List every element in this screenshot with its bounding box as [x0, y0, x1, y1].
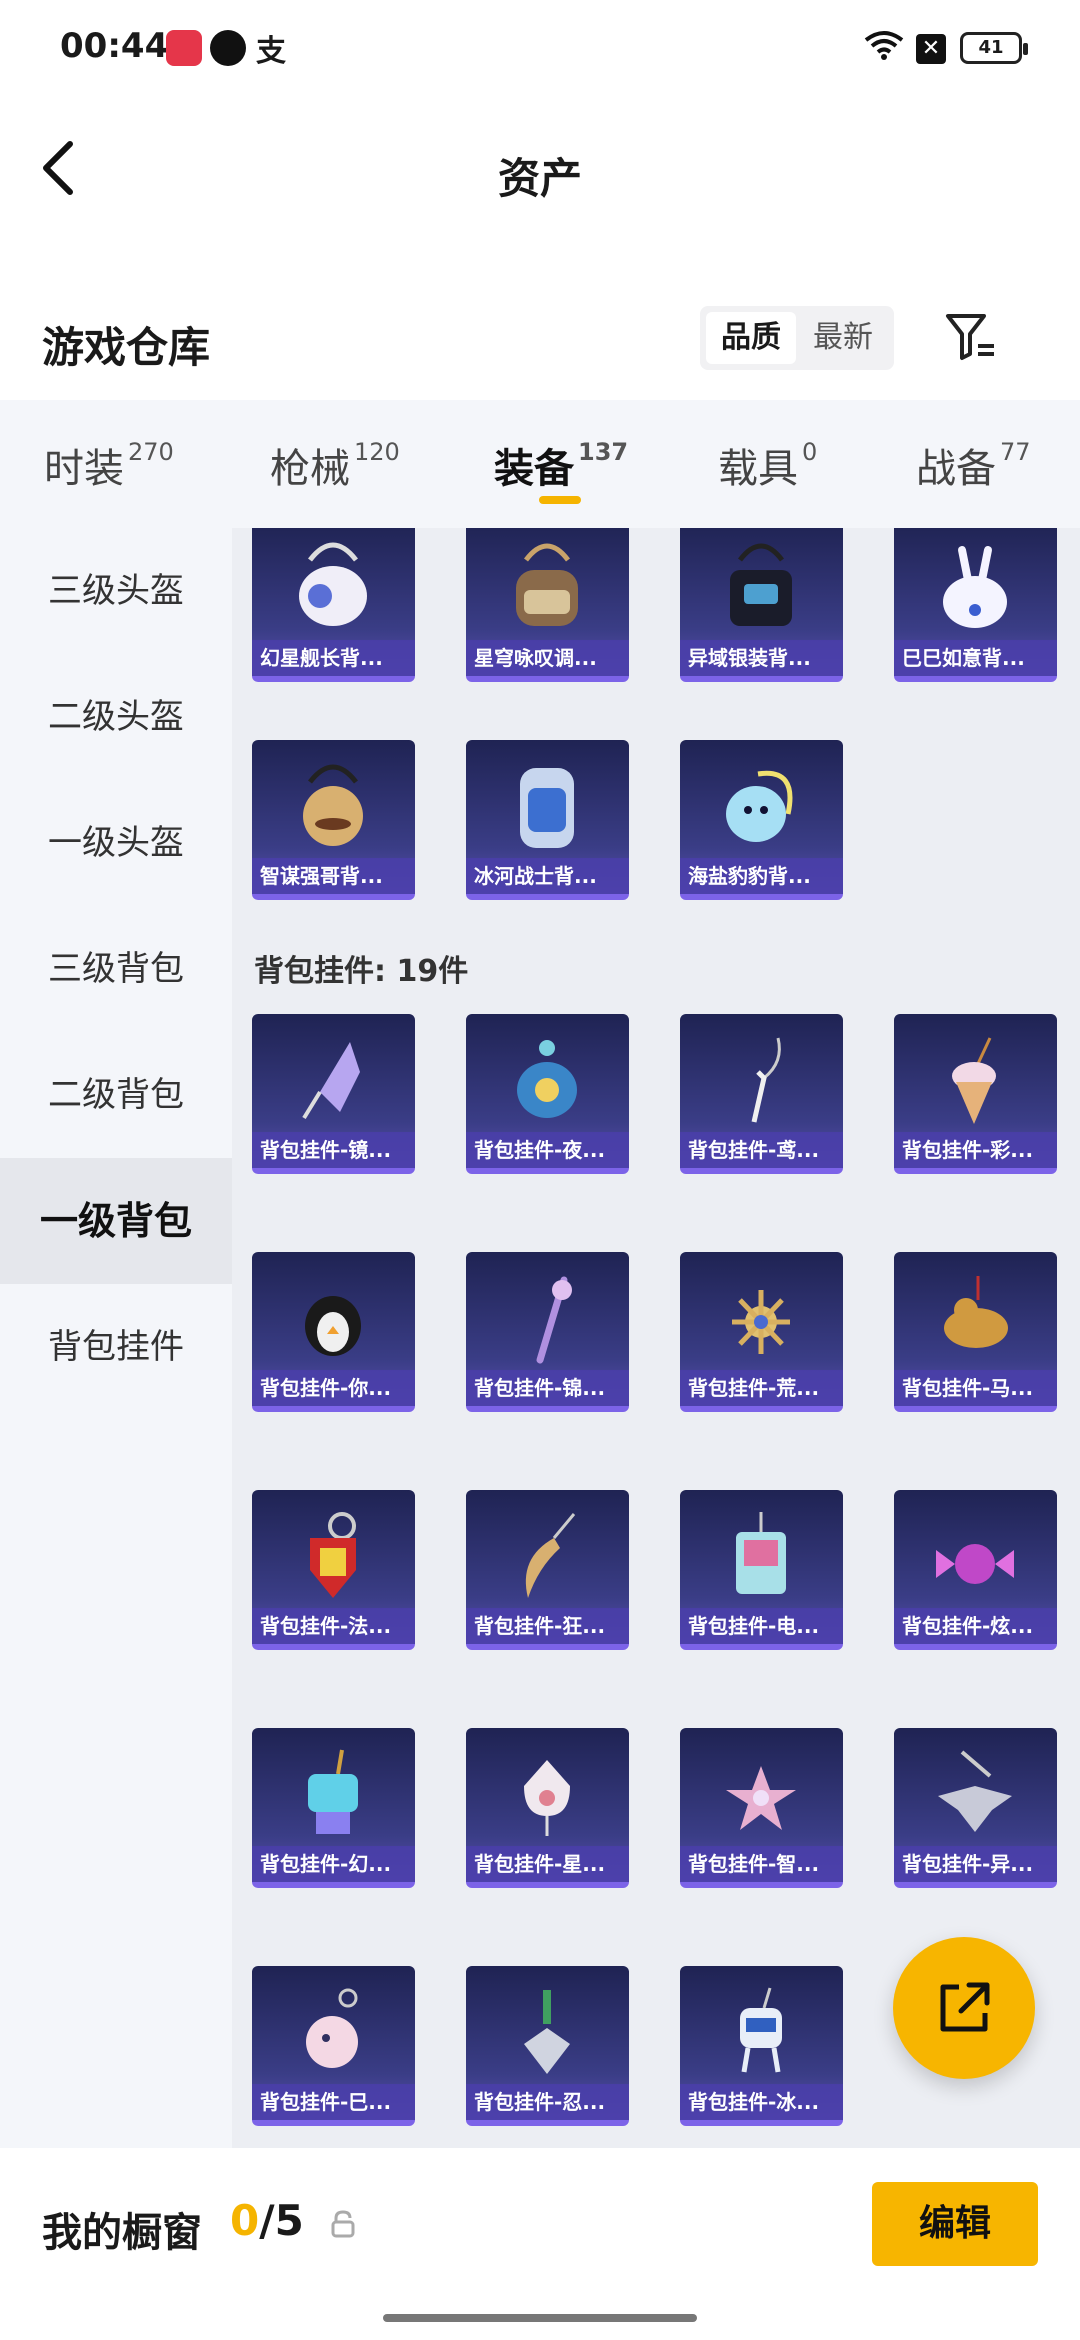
item-card[interactable]: 背包挂件-冰...	[680, 1966, 843, 2126]
status-bar: 00:44 支 ✕ 41	[0, 0, 1080, 100]
status-time: 00:44	[60, 26, 169, 66]
item-grid: 幻星舰长背... 星穹咏叹调... 异域银装背... 巳巳如意背... 智谋强哥…	[232, 528, 1080, 2148]
sidebar-item-backpack-1[interactable]: 一级背包	[0, 1158, 232, 1284]
alipay-icon: 支	[256, 34, 286, 69]
close-notification-icon: ✕	[916, 34, 946, 64]
sidebar-item-helmet-3[interactable]: 三级头盔	[0, 528, 232, 654]
charm-image	[290, 1508, 376, 1604]
tab-equipment[interactable]: 装备 137	[494, 436, 628, 494]
tab-vehicles[interactable]: 载具 0	[718, 436, 817, 494]
item-card[interactable]: 背包挂件-炫...	[894, 1490, 1057, 1650]
sidebar-item-charms[interactable]: 背包挂件	[0, 1284, 232, 1410]
sort-quality-button[interactable]: 品质	[706, 312, 796, 364]
item-card[interactable]: 背包挂件-幻...	[252, 1728, 415, 1888]
charm-image	[932, 1032, 1018, 1128]
share-button[interactable]	[893, 1937, 1035, 2079]
charm-image	[504, 1984, 590, 2080]
item-card[interactable]: 冰河战士背...	[466, 740, 629, 900]
charm-image	[932, 1270, 1018, 1366]
music-app-icon	[166, 30, 202, 66]
active-tab-indicator	[539, 496, 581, 504]
backpack-image	[932, 540, 1018, 636]
charm-image	[504, 1746, 590, 1842]
item-card[interactable]: 幻星舰长背...	[252, 528, 415, 682]
item-card[interactable]: 背包挂件-你...	[252, 1252, 415, 1412]
item-card[interactable]: 背包挂件-忍...	[466, 1966, 629, 2126]
showcase-label: 我的橱窗	[42, 2210, 202, 2256]
sidebar-item-backpack-2[interactable]: 二级背包	[0, 1032, 232, 1158]
home-indicator	[383, 2314, 697, 2322]
sort-newest-button[interactable]: 最新	[798, 312, 888, 364]
item-card[interactable]: 背包挂件-星...	[466, 1728, 629, 1888]
backpack-image	[290, 758, 376, 854]
item-card[interactable]: 海盐豹豹背...	[680, 740, 843, 900]
category-tabs: 时装 270 枪械 120 装备 137 载具 0 战备 77	[0, 400, 1080, 528]
charm-image	[932, 1746, 1018, 1842]
item-card[interactable]: 背包挂件-彩...	[894, 1014, 1057, 1174]
item-card[interactable]: 背包挂件-异...	[894, 1728, 1057, 1888]
item-card[interactable]: 星穹咏叹调...	[466, 528, 629, 682]
backpack-image	[504, 540, 590, 636]
item-card[interactable]: 背包挂件-荒...	[680, 1252, 843, 1412]
share-icon	[940, 1982, 990, 2032]
page-title: 资产	[497, 154, 582, 203]
item-card[interactable]: 背包挂件-巳...	[252, 1966, 415, 2126]
item-card[interactable]: 异域银装背...	[680, 528, 843, 682]
sidebar-item-helmet-1[interactable]: 一级头盔	[0, 780, 232, 906]
item-card[interactable]: 背包挂件-马...	[894, 1252, 1057, 1412]
item-card[interactable]: 背包挂件-鸢...	[680, 1014, 843, 1174]
tab-guns[interactable]: 枪械 120	[270, 436, 400, 494]
backpack-image	[718, 540, 804, 636]
item-card[interactable]: 背包挂件-狂...	[466, 1490, 629, 1650]
tab-supplies[interactable]: 战备 77	[916, 436, 1031, 494]
charm-image	[932, 1508, 1018, 1604]
sidebar: 三级头盔 二级头盔 一级头盔 三级背包 二级背包 一级背包 背包挂件	[0, 528, 232, 2148]
charm-image	[290, 1984, 376, 2080]
sort-toggle: 品质 最新	[700, 306, 894, 370]
tab-fashion[interactable]: 时装 270	[44, 436, 174, 494]
shield-app-icon	[210, 30, 246, 66]
charm-image	[504, 1032, 590, 1128]
charm-image	[718, 1746, 804, 1842]
charm-image	[290, 1746, 376, 1842]
item-card[interactable]: 背包挂件-智...	[680, 1728, 843, 1888]
charm-image	[290, 1032, 376, 1128]
item-card[interactable]: 巳巳如意背...	[894, 528, 1057, 682]
charms-section-heading: 背包挂件: 19件	[254, 954, 469, 989]
charm-image	[718, 1984, 804, 2080]
filter-icon[interactable]	[944, 310, 998, 364]
item-card[interactable]: 背包挂件-夜...	[466, 1014, 629, 1174]
sidebar-item-helmet-2[interactable]: 二级头盔	[0, 654, 232, 780]
charm-image	[504, 1508, 590, 1604]
item-card[interactable]: 背包挂件-电...	[680, 1490, 843, 1650]
showcase-count: 0/5	[230, 2196, 304, 2245]
charm-image	[504, 1270, 590, 1366]
showcase-bar: 我的橱窗 0/5 编辑	[0, 2148, 1080, 2340]
item-card[interactable]: 背包挂件-锦...	[466, 1252, 629, 1412]
backpack-image	[504, 758, 590, 854]
backpack-image	[718, 758, 804, 854]
charm-image	[718, 1270, 804, 1366]
charm-image	[718, 1508, 804, 1604]
wifi-icon	[864, 28, 904, 70]
item-card[interactable]: 背包挂件-镜...	[252, 1014, 415, 1174]
item-card[interactable]: 背包挂件-法...	[252, 1490, 415, 1650]
edit-button[interactable]: 编辑	[872, 2182, 1038, 2266]
warehouse-title: 游戏仓库	[42, 323, 211, 372]
lock-icon	[330, 2210, 356, 2245]
charm-image	[290, 1270, 376, 1366]
backpack-image	[290, 540, 376, 636]
item-card[interactable]: 智谋强哥背...	[252, 740, 415, 900]
sidebar-item-backpack-3[interactable]: 三级背包	[0, 906, 232, 1032]
battery-icon: 41	[960, 32, 1028, 64]
charm-image	[718, 1032, 804, 1128]
